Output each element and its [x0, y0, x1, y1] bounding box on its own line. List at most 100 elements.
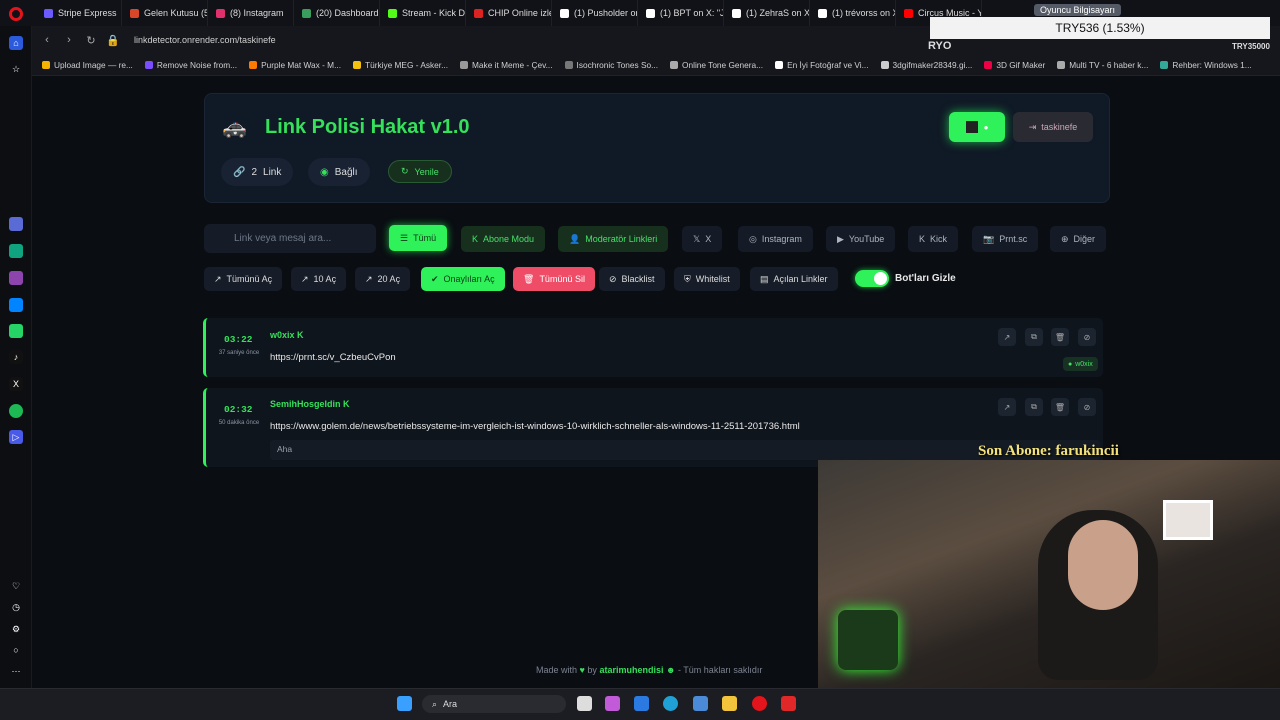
refresh-button[interactable]: ↻ Yenile: [388, 160, 452, 183]
opera-icon[interactable]: [752, 696, 767, 711]
bookmark-item[interactable]: Remove Noise from...: [144, 60, 237, 70]
bookmark-favicon-icon: [42, 60, 50, 69]
browser-tab[interactable]: (1) trévorss on X: [810, 0, 896, 26]
home-icon[interactable]: ⌂: [9, 36, 23, 50]
page-title: Link Polisi Hakat v1.0: [265, 116, 470, 138]
edge-icon[interactable]: [663, 696, 678, 711]
open-link-icon[interactable]: ↗: [998, 398, 1016, 416]
browser-tab[interactable]: CHIP Online izlene: [466, 0, 552, 26]
copilot-icon[interactable]: [605, 696, 620, 711]
browser-tab[interactable]: (1) ZehraS on X: "E: [724, 0, 810, 26]
spotify-icon[interactable]: [9, 404, 23, 418]
app-icon[interactable]: [634, 696, 649, 711]
bookmark-favicon-icon: [460, 60, 469, 69]
open-10-button[interactable]: ↗ 10 Aç: [291, 267, 347, 291]
open-20-button[interactable]: ↗ 20 Aç: [355, 267, 411, 291]
action-label: Açılan Linkler: [773, 274, 828, 284]
bookmark-item[interactable]: Upload Image — re...: [42, 60, 133, 70]
delete-all-button[interactable]: 🗑 Tümünü Sil: [513, 267, 595, 291]
search-input[interactable]: [204, 224, 376, 253]
player-icon[interactable]: ▷: [9, 430, 23, 444]
browser-tab[interactable]: (1) BPT on X: "Japo: [638, 0, 724, 26]
trash-icon[interactable]: 🗑: [1051, 398, 1069, 416]
bookmark-item[interactable]: Make it Meme - Çev...: [460, 60, 553, 70]
logout-icon: ⇥: [1028, 121, 1037, 132]
open-all-button[interactable]: ↗ Tümünü Aç: [204, 267, 283, 291]
action-label: Tümünü Aç: [226, 274, 273, 284]
opened-links-button[interactable]: ▤ Açılan Linkler: [750, 267, 838, 291]
trash-icon[interactable]: 🗑: [1051, 328, 1069, 346]
filter-kick[interactable]: K Kick: [908, 226, 959, 252]
messenger-icon[interactable]: [9, 298, 23, 312]
forward-icon[interactable]: ›: [62, 34, 76, 46]
bookmark-item[interactable]: En İyi Fotoğraf ve Vi...: [775, 60, 869, 70]
x-icon: 𝕏: [693, 233, 701, 244]
avatar-button[interactable]: ●: [949, 112, 1005, 142]
whitelist-button[interactable]: ⛨ Whitelist: [674, 267, 740, 291]
footer-suffix: - Tüm hakları saklıdır: [677, 665, 763, 675]
tiktok-icon[interactable]: ♪: [9, 350, 23, 364]
bookmark-label: Türkiye MEG - Asker...: [365, 59, 449, 70]
browser-tab[interactable]: (20) Dashboard / S: [294, 0, 380, 26]
windows-start-icon[interactable]: [397, 696, 412, 711]
explorer-icon[interactable]: [722, 696, 737, 711]
bulb-icon[interactable]: ○: [9, 643, 23, 657]
browser-tab[interactable]: Stream - Kick Dash: [380, 0, 466, 26]
bookmark-item[interactable]: Rehber: Windows 1...: [1160, 60, 1252, 70]
bookmark-item[interactable]: 3D Gif Maker: [984, 60, 1045, 70]
task-view-icon[interactable]: [577, 696, 592, 711]
wifi-icon: ◉: [320, 166, 329, 178]
filter-instagram[interactable]: ◎ Instagram: [738, 226, 813, 252]
app-icon[interactable]: [9, 217, 23, 231]
history-icon[interactable]: ◷: [9, 600, 23, 614]
more-icon[interactable]: ⋯: [9, 664, 23, 678]
chatgpt-icon[interactable]: [9, 244, 23, 258]
link-url[interactable]: https://www.golem.de/news/betriebssystem…: [270, 421, 800, 432]
heart-icon[interactable]: ♡: [9, 579, 23, 593]
bookmark-item[interactable]: Purple Mat Wax - M...: [249, 60, 341, 70]
reload-icon[interactable]: ↻: [84, 34, 98, 47]
ticker-left: RYO: [928, 40, 952, 52]
ban-icon[interactable]: ⊘: [1078, 398, 1096, 416]
bookmark-label: Online Tone Genera...: [682, 59, 764, 70]
copy-icon[interactable]: ⧉: [1025, 398, 1043, 416]
logout-button[interactable]: ⇥ taskinefe: [1013, 112, 1093, 142]
bookmark-item[interactable]: Online Tone Genera...: [670, 60, 763, 70]
filter-moderator[interactable]: 👤 Moderatör Linkleri: [558, 226, 669, 252]
filter-other[interactable]: ⊕ Diğer: [1050, 226, 1107, 252]
back-icon[interactable]: ‹: [40, 34, 54, 46]
filter-youtube[interactable]: ▶ YouTube: [826, 226, 896, 252]
bookmark-item[interactable]: Isochronic Tones So...: [564, 60, 658, 70]
filter-x[interactable]: 𝕏X: [682, 226, 723, 252]
browser-tab[interactable]: (8) Instagram: [208, 0, 294, 26]
hide-bots-toggle[interactable]: [855, 270, 889, 287]
ban-icon[interactable]: ⊘: [1078, 328, 1096, 346]
open-approved-button[interactable]: ✔ Onaylıları Aç: [421, 267, 505, 291]
x-icon[interactable]: X: [9, 377, 23, 391]
blacklist-button[interactable]: ⊘ Blacklist: [599, 267, 665, 291]
browser-tab[interactable]: Gelen Kutusu (516): [122, 0, 208, 26]
bookmark-item[interactable]: 3dgifmaker28349.gi...: [880, 60, 972, 70]
url-field[interactable]: linkdetector.onrender.com/taskinefe: [134, 35, 276, 45]
link-count-label: Link: [263, 166, 282, 178]
bookmark-item[interactable]: Multi TV - 6 haber k...: [1057, 60, 1148, 70]
filter-all[interactable]: ☰ Tümü: [389, 225, 448, 251]
gear-icon[interactable]: ⚙: [9, 622, 23, 636]
browser-tab[interactable]: (1) Pusholder on X: [552, 0, 638, 26]
filter-subscriber[interactable]: K Abone Modu: [461, 226, 546, 252]
link-url[interactable]: https://prnt.sc/v_CzbeuCvPon: [270, 352, 396, 363]
whatsapp-icon[interactable]: [9, 324, 23, 338]
link-user: SemihHosgeldin K: [270, 399, 350, 409]
star-icon[interactable]: ☆: [9, 62, 23, 76]
store-icon[interactable]: [693, 696, 708, 711]
avatar: [965, 121, 978, 133]
app-icon[interactable]: [9, 271, 23, 285]
open-link-icon[interactable]: ↗: [998, 328, 1016, 346]
app-icon[interactable]: [781, 696, 796, 711]
browser-tab[interactable]: Stripe Express: [36, 0, 122, 26]
bookmark-item[interactable]: Türkiye MEG - Asker...: [353, 60, 448, 70]
filter-prntsc[interactable]: 📷 Prnt.sc: [972, 226, 1039, 252]
taskbar-search[interactable]: ⌕ Ara: [422, 695, 566, 713]
copy-icon[interactable]: ⧉: [1025, 328, 1043, 346]
tab-favicon-icon: [388, 8, 397, 18]
